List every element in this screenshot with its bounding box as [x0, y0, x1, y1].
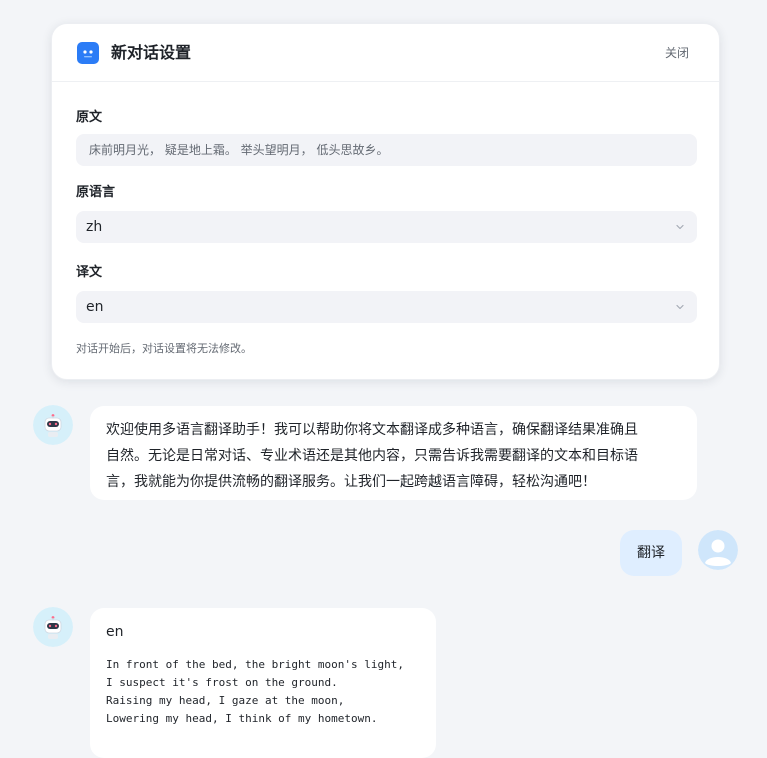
settings-lock-hint: 对话开始后，对话设置将无法修改。: [76, 342, 252, 355]
user-message-bubble: 翻译: [620, 530, 682, 576]
robot-avatar: [33, 405, 73, 445]
source-language-value: zh: [86, 219, 103, 235]
translation-line: In front of the bed, the bright moon's l…: [106, 658, 405, 671]
result-language: en: [106, 624, 124, 640]
translation-line: Raising my head, I gaze at the moon,: [106, 694, 345, 707]
chevron-down-icon: [676, 304, 684, 310]
new-chat-settings-card: 新对话设置 关闭 原文 床前明月光， 疑是地上霜。 举头望明月， 低头思故乡。 …: [51, 23, 720, 380]
target-language-select[interactable]: en: [76, 291, 697, 323]
welcome-message-line: 欢迎使用多语言翻译助手！我可以帮助你将文本翻译成多种语言，确保翻译结果准确且: [106, 422, 638, 438]
source-language-select[interactable]: zh: [76, 211, 697, 243]
source-text-label: 原文: [76, 110, 103, 125]
chevron-down-icon: [676, 224, 684, 230]
source-language-label: 原语言: [76, 185, 116, 200]
settings-title: 新对话设置: [111, 43, 192, 62]
target-language-value: en: [86, 299, 104, 315]
user-message-text: 翻译: [637, 545, 665, 561]
welcome-message-line: 自然。无论是日常对话、专业术语还是其他内容，只需告诉我需要翻译的文本和目标语: [106, 448, 638, 464]
user-avatar: [698, 530, 738, 570]
translation-line: Lowering my head, I think of my hometown…: [106, 712, 378, 725]
translation-result-bubble: en In front of the bed, the bright moon'…: [90, 608, 436, 758]
settings-header: 新对话设置 关闭: [52, 24, 719, 82]
welcome-message-bubble: 欢迎使用多语言翻译助手！我可以帮助你将文本翻译成多种语言，确保翻译结果准确且 自…: [90, 406, 697, 500]
welcome-message-line: 言，我就能为你提供流畅的翻译服务。让我们一起跨越语言障碍，轻松沟通吧！: [106, 474, 596, 490]
source-text-field[interactable]: 床前明月光， 疑是地上霜。 举头望明月， 低头思故乡。: [76, 134, 697, 166]
close-button[interactable]: 关闭: [665, 44, 689, 62]
bot-icon: [77, 42, 99, 64]
source-text-value: 床前明月光， 疑是地上霜。 举头望明月， 低头思故乡。: [89, 143, 389, 157]
robot-avatar: [33, 607, 73, 647]
translation-line: I suspect it's frost on the ground.: [106, 676, 338, 689]
target-language-label: 译文: [76, 265, 103, 280]
